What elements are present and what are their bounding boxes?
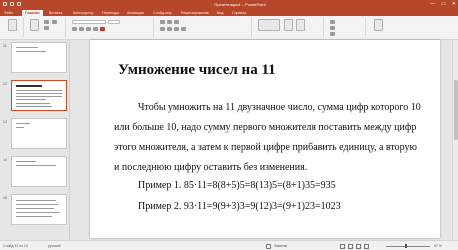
shapes-gallery[interactable] bbox=[258, 19, 280, 31]
section-icon[interactable] bbox=[52, 20, 57, 24]
thumbnail-number: 14 bbox=[3, 158, 7, 162]
status-bar: Слайд 12 из 19 русский Заметки 97 % bbox=[0, 240, 458, 250]
slide-paragraph[interactable]: Чтобы умножить на 11 двузначное число, с… bbox=[114, 98, 424, 178]
thumbnail-text-line bbox=[16, 127, 24, 128]
arrange-icon[interactable] bbox=[284, 19, 293, 31]
font-color-icon[interactable] bbox=[100, 27, 105, 31]
bullets-icon[interactable] bbox=[160, 20, 165, 24]
zoom-level[interactable]: 97 % bbox=[434, 244, 442, 248]
thumbnail-text-line bbox=[16, 90, 62, 91]
slide-sorter-icon[interactable] bbox=[348, 243, 353, 249]
slide-thumbnail-14[interactable] bbox=[11, 156, 67, 187]
bold-icon[interactable] bbox=[72, 27, 77, 31]
language-indicator[interactable]: русский bbox=[48, 244, 61, 248]
slides-group bbox=[26, 18, 66, 37]
save-icon[interactable] bbox=[3, 2, 7, 6]
italic-icon[interactable] bbox=[79, 27, 84, 31]
slideshow-icon[interactable] bbox=[364, 243, 369, 249]
slide-thumbnail-12[interactable] bbox=[11, 80, 67, 111]
select-icon[interactable] bbox=[330, 32, 335, 36]
voice-group bbox=[368, 18, 398, 37]
align-left-icon[interactable] bbox=[160, 27, 165, 31]
thumbnail-text-line bbox=[16, 96, 62, 97]
justify-icon[interactable] bbox=[181, 27, 186, 31]
redo-icon[interactable] bbox=[17, 2, 21, 6]
thumbnail-text-line bbox=[16, 47, 38, 48]
font-name-field[interactable] bbox=[72, 20, 106, 24]
new-slide-icon[interactable] bbox=[30, 19, 39, 31]
thumbnail-title-line bbox=[16, 85, 42, 87]
maximize-button[interactable]: ▭ bbox=[441, 1, 446, 7]
notes-button[interactable]: Заметки bbox=[274, 244, 287, 248]
normal-view-icon[interactable] bbox=[340, 243, 345, 249]
paste-icon[interactable] bbox=[8, 19, 17, 31]
editing-group bbox=[326, 18, 366, 37]
slide-thumbnail-11[interactable] bbox=[11, 42, 67, 73]
slide-thumbnail-13[interactable] bbox=[11, 118, 67, 149]
clipboard-group bbox=[2, 18, 24, 37]
indent-icon[interactable] bbox=[174, 20, 179, 24]
thumbnail-text-line bbox=[16, 161, 36, 162]
undo-icon[interactable] bbox=[10, 2, 14, 6]
slide-example-1[interactable]: Пример 1. 85·11=8(8+5)5=8(13)5=(8+1)35=9… bbox=[138, 180, 336, 191]
thumbnail-text-line bbox=[16, 204, 58, 205]
thumbnail-number: 12 bbox=[3, 82, 7, 86]
window-title: Презентация1 – PowerPoint bbox=[214, 2, 266, 7]
slide-thumbnail-pane: 11 12 13 14 15 bbox=[0, 40, 70, 240]
thumbnail-text-line bbox=[16, 208, 54, 209]
align-center-icon[interactable] bbox=[167, 27, 172, 31]
find-icon[interactable] bbox=[330, 20, 335, 24]
zoom-slider[interactable] bbox=[386, 245, 430, 247]
thumbnail-text-line bbox=[16, 200, 56, 201]
notes-icon[interactable] bbox=[266, 243, 271, 249]
thumbnail-text-line bbox=[16, 103, 50, 104]
scrollbar-thumb[interactable] bbox=[454, 80, 458, 140]
drawing-group bbox=[254, 18, 324, 37]
thumbnail-text-line bbox=[16, 165, 56, 166]
slide-title[interactable]: Умножение чисел на 11 bbox=[118, 62, 276, 79]
thumbnail-text-line bbox=[16, 51, 46, 52]
thumbnail-text-line bbox=[16, 123, 30, 124]
thumbnail-text-line bbox=[16, 216, 52, 217]
zoom-slider-handle[interactable] bbox=[405, 244, 407, 248]
ribbon bbox=[0, 16, 458, 40]
quick-styles-icon[interactable] bbox=[296, 19, 305, 31]
minimize-button[interactable]: — bbox=[430, 1, 435, 7]
thumbnail-text-line bbox=[16, 106, 52, 107]
reset-icon[interactable] bbox=[44, 26, 49, 30]
strikethrough-icon[interactable] bbox=[93, 27, 98, 31]
dictate-icon[interactable] bbox=[374, 19, 383, 31]
ribbon-tabs: Файл Главная Вставка Конструктор Переход… bbox=[0, 9, 458, 16]
thumbnail-number: 15 bbox=[3, 196, 7, 200]
numbering-icon[interactable] bbox=[167, 20, 172, 24]
thumbnail-number: 13 bbox=[3, 120, 7, 124]
replace-icon[interactable] bbox=[330, 26, 335, 30]
align-right-icon[interactable] bbox=[174, 27, 179, 31]
title-bar: Презентация1 – PowerPoint — ▭ ✕ bbox=[0, 0, 458, 9]
quick-access-toolbar bbox=[3, 2, 21, 6]
vertical-scrollbar[interactable] bbox=[452, 40, 458, 240]
slide-indicator: Слайд 12 из 19 bbox=[3, 244, 28, 248]
thumbnail-text-line bbox=[16, 212, 60, 213]
slide-example-2[interactable]: Пример 2. 93·11=9(9+3)3=9(12)3=(9+1)23=1… bbox=[138, 201, 341, 212]
reading-view-icon[interactable] bbox=[356, 243, 361, 249]
thumbnail-text-line bbox=[16, 99, 46, 100]
slide-canvas[interactable]: Умножение чисел на 11 Чтобы умножить на … bbox=[90, 40, 440, 238]
underline-icon[interactable] bbox=[86, 27, 91, 31]
thumbnail-text-line bbox=[16, 93, 62, 94]
layout-icon[interactable] bbox=[44, 20, 49, 24]
close-button[interactable]: ✕ bbox=[452, 1, 456, 7]
slide-thumbnail-15[interactable] bbox=[11, 194, 67, 225]
paragraph-group bbox=[156, 18, 252, 37]
font-group bbox=[68, 18, 154, 37]
thumbnail-number: 11 bbox=[3, 44, 7, 48]
window-controls: — ▭ ✕ bbox=[430, 1, 456, 7]
font-size-field[interactable] bbox=[108, 20, 120, 24]
